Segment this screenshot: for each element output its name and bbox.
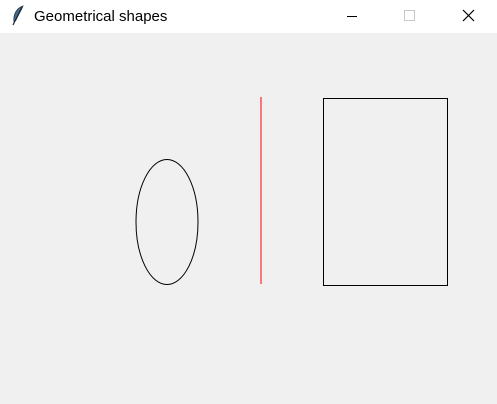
drawing-canvas[interactable]	[0, 33, 497, 404]
app-window: Geometrical shapes	[0, 0, 497, 404]
close-icon	[462, 9, 475, 22]
close-button[interactable]	[445, 0, 491, 33]
minimize-icon	[347, 16, 357, 17]
window-title: Geometrical shapes	[34, 8, 168, 25]
feather-icon	[10, 5, 26, 27]
minimize-button[interactable]	[329, 0, 375, 33]
maximize-button[interactable]	[387, 0, 433, 33]
rectangle-shape	[323, 98, 448, 286]
maximize-icon	[404, 10, 415, 21]
title-bar[interactable]: Geometrical shapes	[0, 0, 497, 33]
oval-shape	[135, 159, 199, 285]
